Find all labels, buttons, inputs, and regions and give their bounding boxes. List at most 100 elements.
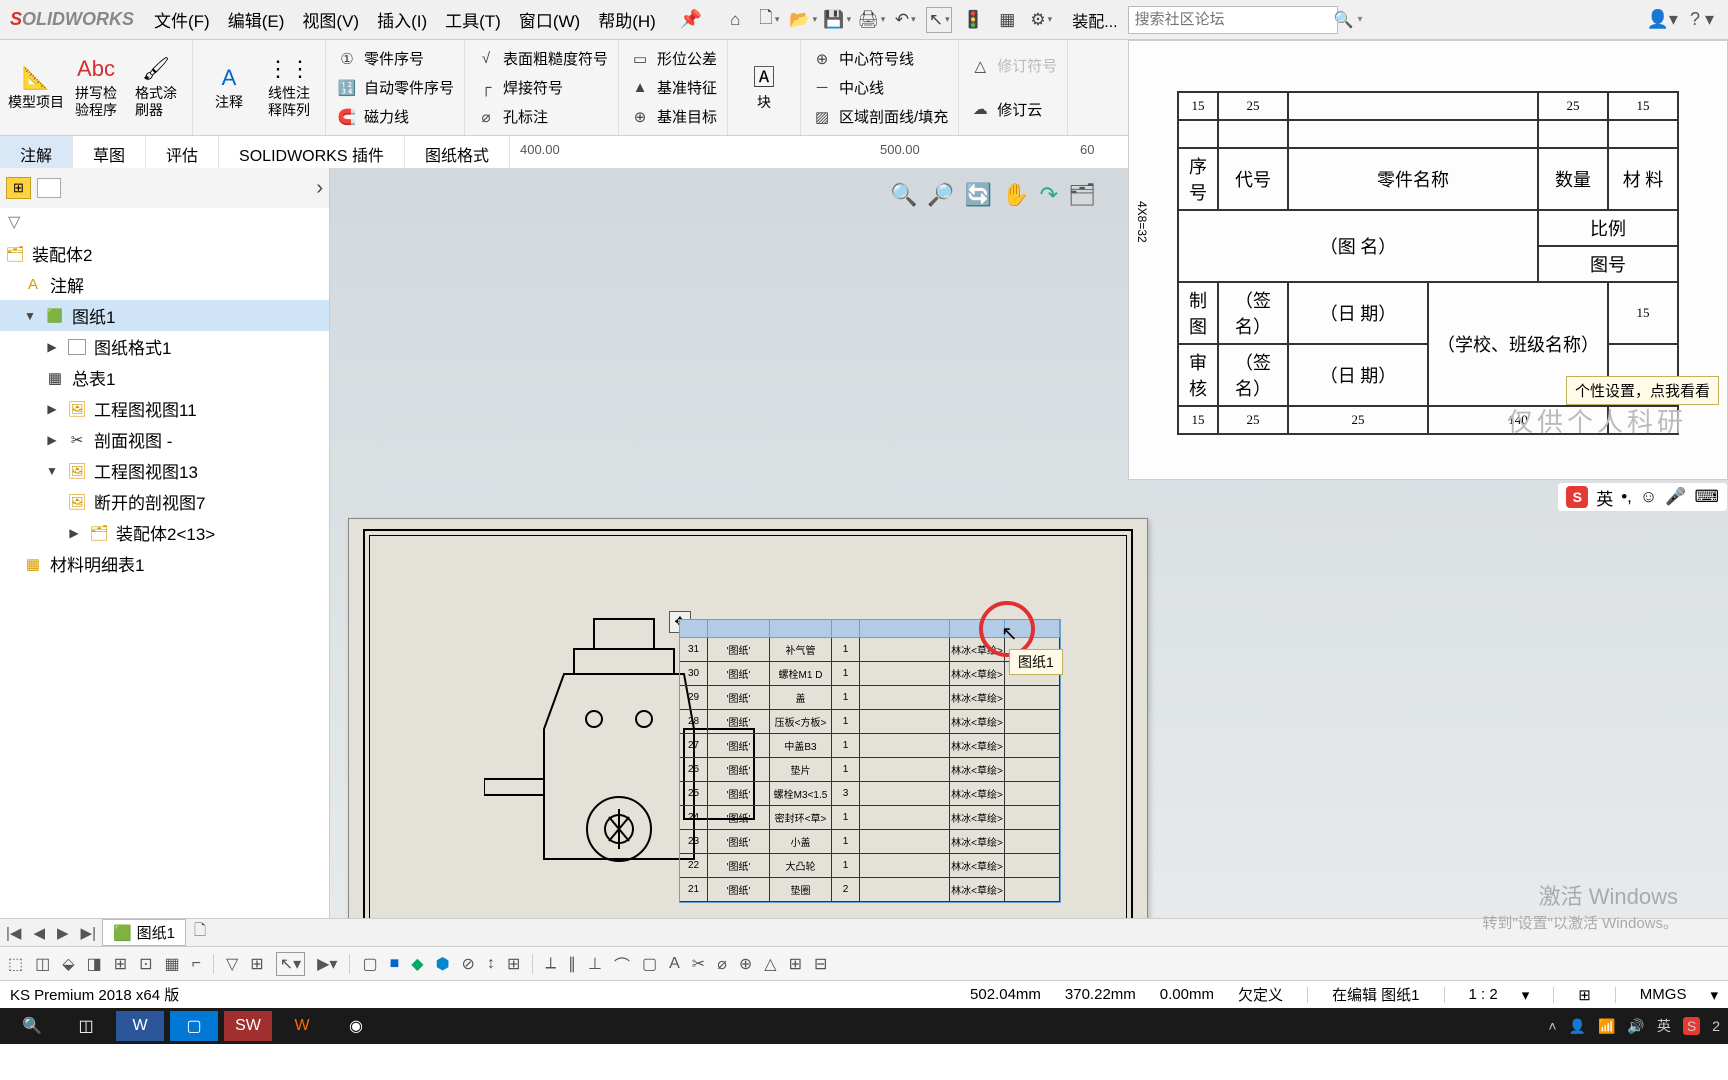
bt-icon[interactable]: ✂	[692, 954, 705, 974]
bt-icon[interactable]: ⊞	[114, 954, 127, 974]
menu-file[interactable]: 文件(F)	[154, 7, 210, 32]
feature-tree-tab[interactable]: ⊞	[6, 177, 31, 199]
ime-mic-icon[interactable]: 🎤	[1665, 487, 1686, 507]
bt-icon[interactable]: ▢	[642, 954, 657, 974]
block-button[interactable]: 🄰块	[734, 44, 794, 131]
bt-icon[interactable]: ▢	[362, 954, 377, 974]
bt-icon[interactable]: ⊟	[814, 954, 827, 974]
surface-finish-button[interactable]: √表面粗糙度符号	[471, 44, 612, 73]
bom-row[interactable]: 27'图纸'中盖B31林冰<草绘>	[680, 734, 1060, 758]
print-icon[interactable]: 🖨▾	[858, 7, 884, 33]
property-tab[interactable]	[37, 178, 61, 198]
bt-icon[interactable]: ⊞	[250, 954, 263, 974]
add-sheet-button[interactable]: 🗋	[186, 920, 214, 945]
ime-lang[interactable]: 英	[1596, 485, 1613, 510]
bt-icon[interactable]: ↖▾	[276, 952, 305, 976]
datum-target-button[interactable]: ⊕基准目标	[625, 102, 721, 131]
redo-view-icon[interactable]: ↷	[1040, 182, 1058, 208]
taskbar-taskview-icon[interactable]: ◫	[62, 1011, 110, 1041]
tab-sketch[interactable]: 草图	[73, 136, 146, 168]
zoom-area-icon[interactable]: 🔎	[927, 182, 954, 208]
bt-icon[interactable]: ▦	[165, 954, 180, 974]
tab-addins[interactable]: SOLIDWORKS 插件	[219, 136, 405, 168]
tree-section-view[interactable]: ▶✂剖面视图 -	[0, 424, 329, 455]
tray-volume-icon[interactable]: 🔊	[1627, 1018, 1644, 1035]
new-icon[interactable]: 🗋▾	[756, 7, 782, 33]
feature-tree[interactable]: 🗂装配体2 A注解 ▼🟩图纸1 ▶图纸格式1 ▦总表1 ▶🖼工程图视图11 ▶✂…	[0, 238, 329, 918]
datum-button[interactable]: ▲基准特征	[625, 73, 721, 102]
bt-icon[interactable]: ⬚	[8, 954, 23, 974]
tree-view-13[interactable]: ▼🖼工程图视图13	[0, 455, 329, 486]
status-units[interactable]: MMGS	[1640, 986, 1687, 1003]
bom-row[interactable]: 23'图纸'小盖1林冰<草绘>	[680, 830, 1060, 854]
bt-icon[interactable]: ⬙	[62, 954, 74, 974]
bom-row[interactable]: 29'图纸'盖1林冰<草绘>	[680, 686, 1060, 710]
open-assembly[interactable]: 装配...	[1072, 8, 1117, 32]
bt-icon[interactable]: ⊡	[139, 954, 152, 974]
bt-icon[interactable]: ⊕	[739, 954, 752, 974]
menu-insert[interactable]: 插入(I)	[377, 7, 427, 32]
status-grid-icon[interactable]: ⊞	[1578, 986, 1591, 1004]
tree-filter[interactable]: ▽	[0, 208, 329, 238]
search-icon[interactable]: 🔍	[1334, 10, 1354, 30]
bom-row[interactable]: 25'图纸'螺栓M3<1.53林冰<草绘>	[680, 782, 1060, 806]
taskbar-solidworks-icon[interactable]: SW	[224, 1011, 272, 1041]
bt-icon[interactable]: △	[764, 954, 776, 974]
pin-icon[interactable]: 📌	[680, 9, 702, 30]
menu-help[interactable]: 帮助(H)	[598, 7, 656, 32]
tree-view-11[interactable]: ▶🖼工程图视图11	[0, 393, 329, 424]
bt-icon[interactable]: ⌐	[192, 955, 201, 973]
magnetic-line-button[interactable]: 🧲磁力线	[332, 102, 458, 131]
geotol-button[interactable]: ▭形位公差	[625, 44, 721, 73]
taskbar-camera-icon[interactable]: ◉	[332, 1011, 380, 1041]
user-icon[interactable]: 👤▾	[1647, 9, 1678, 30]
pan-icon[interactable]: ✋	[1002, 182, 1029, 208]
center-mark-button[interactable]: ⊕中心符号线	[807, 44, 952, 73]
undo-icon[interactable]: ↶▾	[892, 7, 918, 33]
hatch-button[interactable]: ▨区域剖面线/填充	[807, 102, 952, 131]
tree-assembly-ref[interactable]: ▶🗂装配体2<13>	[0, 517, 329, 548]
taskbar-wps-icon[interactable]: W	[278, 1011, 326, 1041]
taskbar-app-icon[interactable]: ▢	[170, 1011, 218, 1041]
tree-broken-section[interactable]: 🖼断开的剖视图7	[0, 486, 329, 517]
bom-row[interactable]: 28'图纸'压板<方板>1林冰<草绘>	[680, 710, 1060, 734]
menu-tools[interactable]: 工具(T)	[445, 7, 501, 32]
drawing-sheet[interactable]: ✥ 31'图纸'补气管1林冰<草绘>30'图纸'螺	[348, 518, 1148, 918]
status-scale[interactable]: 1 : 2	[1469, 986, 1498, 1003]
bt-icon[interactable]: ◫	[35, 954, 50, 974]
sheet-nav-next[interactable]: ▶	[51, 924, 75, 942]
bt-icon[interactable]: ▶▾	[317, 954, 337, 974]
bt-icon[interactable]: ⌒	[614, 952, 630, 976]
bt-icon[interactable]: ⊞	[789, 954, 802, 974]
bt-icon[interactable]: ▽	[226, 954, 238, 974]
bom-table[interactable]: 31'图纸'补气管1林冰<草绘>30'图纸'螺栓M1 D1林冰<草绘>29'图纸…	[679, 619, 1061, 903]
tree-sheet-format[interactable]: ▶图纸格式1	[0, 331, 329, 362]
tab-evaluate[interactable]: 评估	[146, 136, 219, 168]
tray-people-icon[interactable]: 👤	[1569, 1018, 1586, 1035]
sheet-nav-last[interactable]: ▶|	[75, 924, 102, 942]
bt-icon[interactable]: ⊞	[507, 954, 520, 974]
options-list-icon[interactable]: ▦	[994, 7, 1020, 33]
bt-icon[interactable]: ◆	[411, 954, 423, 974]
bt-icon[interactable]: A	[669, 955, 680, 973]
windows-taskbar[interactable]: 🔍 ◫ W ▢ SW W ◉ ˄ 👤 📶 🔊 英 S 2	[0, 1008, 1728, 1044]
bt-icon[interactable]: ⬢	[436, 954, 450, 974]
home-icon[interactable]: ⌂	[722, 7, 748, 33]
ime-punct[interactable]: •,	[1621, 487, 1632, 507]
menu-edit[interactable]: 编辑(E)	[228, 7, 285, 32]
open-icon[interactable]: 📂▾	[790, 7, 816, 33]
zoom-fit-icon[interactable]: 🔍	[890, 182, 917, 208]
rebuild-icon[interactable]: 🚦	[960, 7, 986, 33]
settings-icon[interactable]: ⚙▾	[1028, 7, 1054, 33]
note-button[interactable]: A注释	[199, 44, 259, 131]
search-input[interactable]	[1135, 11, 1334, 28]
revision-cloud-button[interactable]: ☁修订云	[965, 94, 1061, 124]
model-items-button[interactable]: 📐模型项目	[6, 44, 66, 131]
sogou-tip[interactable]: 个性设置，点我看看	[1566, 376, 1719, 405]
tree-sheet[interactable]: ▼🟩图纸1	[0, 300, 329, 331]
panel-expand-icon[interactable]: ›	[316, 177, 323, 200]
tab-sheet-format[interactable]: 图纸格式	[405, 136, 510, 168]
bom-row[interactable]: 24'图纸'密封环<草>1林冰<草绘>	[680, 806, 1060, 830]
tray-wifi-icon[interactable]: 📶	[1598, 1018, 1615, 1035]
bom-row[interactable]: 22'图纸'大凸轮1林冰<草绘>	[680, 854, 1060, 878]
